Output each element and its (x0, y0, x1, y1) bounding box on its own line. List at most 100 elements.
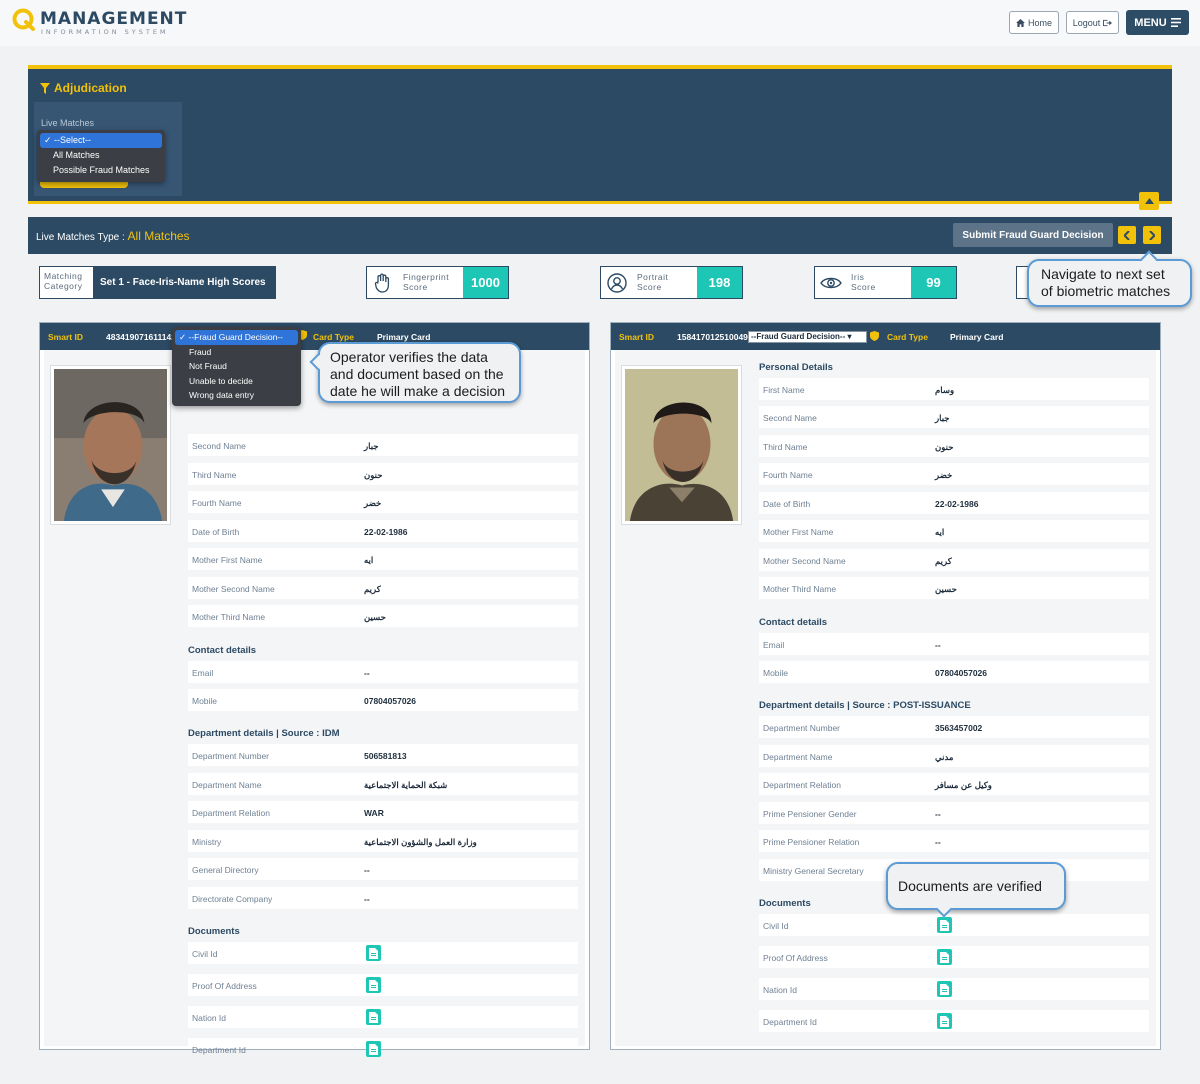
eye-icon (815, 267, 847, 298)
card-type-value: Primary Card (950, 332, 1004, 342)
documents-section-title: Documents (759, 898, 811, 909)
operator-callout: Operator verifies the data and document … (309, 342, 521, 403)
document-row: Nation Id (188, 1006, 578, 1028)
field-row: Department Relation وكيل عن مسافر (759, 773, 1149, 795)
field-row: Mother Third Name حسين (188, 605, 578, 627)
matching-category: Matching Category Set 1 - Face-Iris-Name … (39, 266, 276, 299)
portrait-icon (601, 267, 633, 298)
iris-score-label: Iris Score (851, 272, 876, 292)
right-card-body: Personal Details First Name وسام Second N… (615, 350, 1156, 1046)
field-row: Second Name جبار (188, 434, 578, 456)
contact-section-title: Contact details (188, 645, 257, 656)
filter-title: Adjudication (40, 81, 127, 95)
fingerprint-score-value: 1000 (463, 267, 508, 298)
smart-id-label: Smart ID (619, 332, 654, 342)
smart-id-label: Smart ID (48, 332, 83, 342)
portrait-score: Portrait Score 198 (600, 266, 743, 299)
documents-callout-text: Documents are verified (898, 878, 1042, 894)
live-matches-option-all[interactable]: All Matches (40, 148, 162, 163)
right-portrait-photo (621, 365, 742, 525)
field-row: Fourth Name خضر (188, 491, 578, 513)
logo-icon (12, 8, 35, 31)
matches-type-value: All Matches (127, 229, 190, 243)
chevron-right-icon (1149, 230, 1155, 240)
document-icon[interactable] (937, 917, 952, 933)
logout-button[interactable]: Logout (1066, 11, 1119, 34)
matches-type: Live Matches Type : All Matches (36, 229, 190, 243)
field-row: Email -- (188, 661, 578, 683)
field-row: General Directory -- (188, 858, 578, 880)
field-row: Email -- (759, 633, 1149, 655)
document-icon[interactable] (366, 945, 381, 961)
iris-score-value: 99 (911, 267, 956, 298)
field-row: Department Number 506581813 (188, 744, 578, 766)
home-label: Home (1027, 17, 1052, 28)
field-row: Mother First Name ايه (759, 520, 1149, 542)
document-icon[interactable] (366, 1009, 381, 1025)
field-row: Mother Third Name حسين (759, 577, 1149, 599)
hamburger-icon (1170, 18, 1181, 27)
field-row: Fourth Name خضر (759, 463, 1149, 485)
menu-label: MENU (1134, 16, 1167, 29)
decision-option-fraud[interactable]: Fraud (175, 345, 298, 360)
chevron-left-icon (1124, 230, 1130, 240)
left-portrait-photo (50, 365, 171, 525)
document-row: Civil Id (188, 942, 578, 964)
submit-fraud-decision-button[interactable]: Submit Fraud Guard Decision (953, 223, 1113, 247)
live-matches-option-select[interactable]: ✓ --Select-- (40, 133, 162, 148)
document-icon[interactable] (937, 981, 952, 997)
document-icon[interactable] (937, 949, 952, 965)
next-set-button[interactable] (1143, 226, 1161, 244)
smart-id-value: 483419071611142 (106, 332, 176, 342)
contact-section-title: Contact details (759, 617, 828, 628)
decision-option-unable[interactable]: Unable to decide (175, 374, 298, 389)
fraud-decision-dropdown[interactable]: ✓ --Fraud Guard Decision-- Fraud Not Fra… (172, 327, 301, 406)
decision-option-default[interactable]: ✓ --Fraud Guard Decision-- (175, 330, 298, 345)
fraud-decision-select[interactable]: --Fraud Guard Decision-- ▾ (748, 331, 867, 343)
live-matches-dropdown[interactable]: ✓ --Select-- All Matches Possible Fraud … (37, 130, 165, 182)
portrait-score-label: Portrait Score (637, 272, 669, 292)
document-row: Civil Id (759, 914, 1149, 936)
field-row: Department Relation WAR (188, 801, 578, 823)
menu-button[interactable]: MENU (1126, 10, 1189, 35)
document-icon[interactable] (366, 1041, 381, 1057)
personal-section-title: Personal Details (759, 362, 833, 373)
field-row: Date of Birth 22-02-1986 (188, 520, 578, 542)
navigate-callout-text: Navigate to next set of biometric matche… (1041, 266, 1171, 299)
matching-category-value: Set 1 - Face-Iris-Name High Scores (93, 267, 275, 298)
filter-panel: Adjudication Live Matches (28, 65, 1172, 210)
collapse-button[interactable] (1139, 192, 1159, 210)
documents-section-title: Documents (188, 926, 240, 937)
card-type-value: Primary Card (377, 332, 431, 342)
decision-option-wrong-entry[interactable]: Wrong data entry (175, 388, 298, 403)
field-row: Directorate Company -- (188, 887, 578, 909)
card-type-label: Card Type (313, 332, 354, 342)
field-row: Mother Second Name كريم (759, 549, 1149, 571)
portrait-score-value: 198 (697, 267, 742, 298)
logo-title: MANAGEMENT (40, 9, 188, 29)
documents-callout: Documents are verified (886, 862, 1066, 918)
chevron-up-icon (1144, 198, 1154, 204)
hand-icon (367, 267, 399, 298)
field-row: Mother First Name ايه (188, 548, 578, 570)
document-row: Proof Of Address (759, 946, 1149, 968)
field-row: Second Name جبار (759, 406, 1149, 428)
navigate-callout: Navigate to next set of biometric matche… (1027, 250, 1192, 307)
decision-option-not-fraud[interactable]: Not Fraud (175, 359, 298, 374)
matches-type-label: Live Matches Type : (36, 232, 125, 243)
live-matches-option-fraud[interactable]: Possible Fraud Matches (40, 163, 162, 178)
field-row: Mobile 07804057026 (188, 689, 578, 711)
fingerprint-score-label: Fingerprint Score (403, 272, 450, 292)
field-row: Ministry وزارة العمل والشؤون الاجتماعية (188, 830, 578, 852)
field-row: Prime Pensioner Gender -- (759, 802, 1149, 824)
document-icon[interactable] (366, 977, 381, 993)
logout-label: Logout (1072, 17, 1101, 28)
home-button[interactable]: Home (1009, 11, 1059, 34)
field-row: Department Number 3563457002 (759, 716, 1149, 738)
home-icon (1016, 18, 1025, 27)
left-card-body: Second Name جبار Third Name حنون Fourth Na… (44, 350, 585, 1057)
logo-subtitle: INFORMATION SYSTEM (41, 28, 169, 36)
prev-set-button[interactable] (1118, 226, 1136, 244)
document-icon[interactable] (937, 1013, 952, 1029)
field-row: Third Name حنون (759, 435, 1149, 457)
